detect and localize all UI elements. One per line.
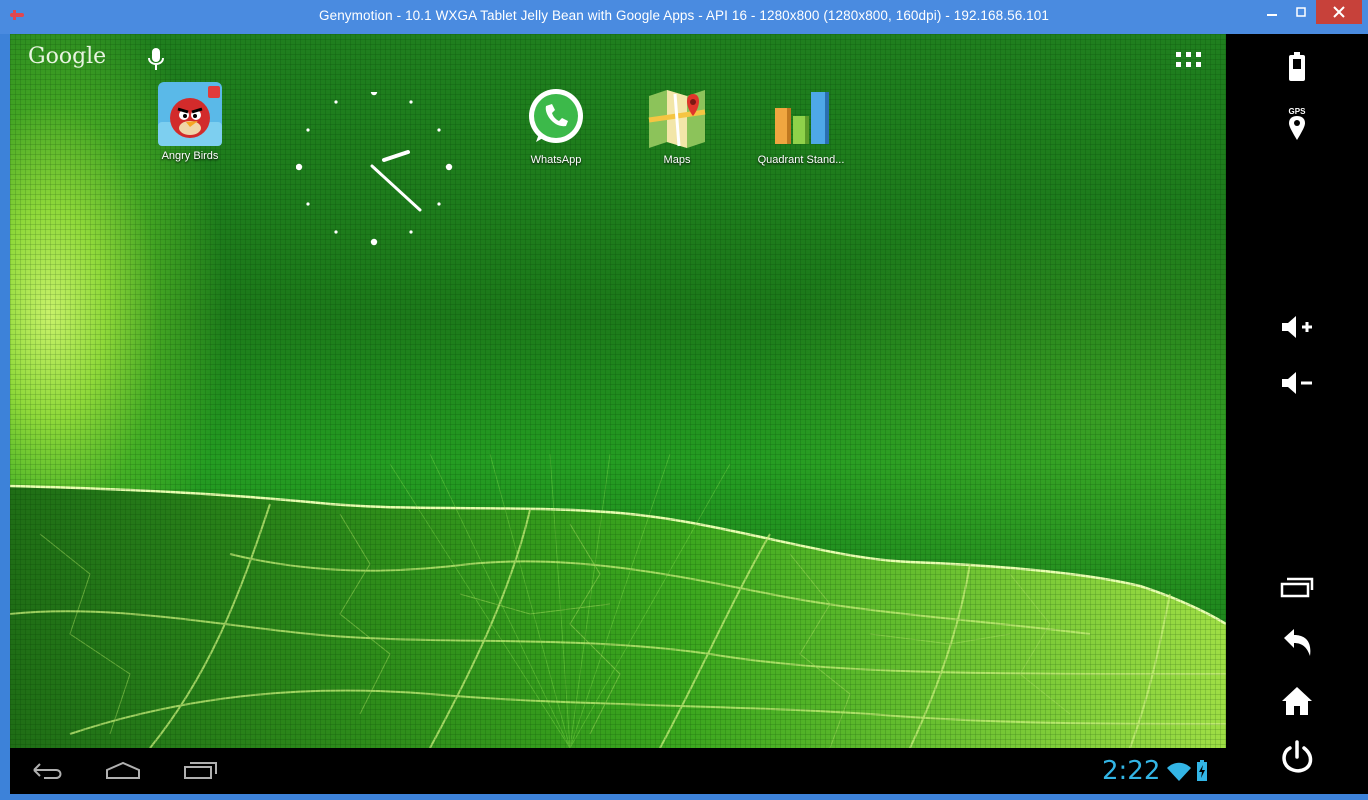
gps-label: GPS	[1289, 107, 1307, 116]
nav-back-icon[interactable]	[30, 760, 64, 780]
volume-down-icon	[1282, 372, 1312, 394]
power-button[interactable]	[1226, 740, 1368, 774]
recent-apps-icon	[1280, 577, 1314, 598]
gps-button[interactable]: GPS	[1226, 106, 1368, 142]
wifi-icon	[1167, 762, 1191, 781]
angry-birds-icon	[158, 82, 222, 146]
home-button[interactable]	[1226, 686, 1368, 716]
app-shortcut-whatsapp[interactable]: WhatsApp	[501, 86, 611, 166]
status-clock: 2:22	[1102, 756, 1161, 786]
back-icon	[1284, 629, 1311, 656]
volume-up-icon	[1282, 316, 1312, 338]
google-search-label[interactable]: Google	[28, 44, 106, 69]
volume-up-button[interactable]	[1226, 314, 1368, 340]
gps-icon: GPS	[1289, 107, 1307, 140]
window-frame-left	[0, 34, 10, 800]
app-shortcut-angry-birds[interactable]: Angry Birds	[135, 82, 245, 162]
nav-home-icon[interactable]	[104, 760, 142, 780]
nav-recent-apps-icon[interactable]	[182, 760, 218, 780]
quadrant-icon	[775, 92, 829, 144]
back-button[interactable]	[1226, 628, 1368, 658]
recent-apps-button[interactable]	[1226, 576, 1368, 598]
all-apps-icon[interactable]	[1176, 52, 1204, 70]
android-navigation-bar: 2:22	[10, 748, 1226, 794]
home-icon	[1282, 687, 1312, 715]
app-label-whatsapp: WhatsApp	[530, 154, 582, 166]
analog-clock-widget[interactable]	[296, 92, 456, 252]
app-label-maps: Maps	[663, 154, 691, 166]
minimize-icon	[1267, 14, 1277, 16]
clock-minute-hand	[370, 164, 422, 212]
clock-hour-hand	[382, 150, 410, 162]
maximize-button[interactable]	[1288, 0, 1314, 24]
android-home-screen[interactable]: Google Angry Birds WhatsApp Maps Quadran…	[10, 34, 1226, 748]
close-icon	[1333, 6, 1345, 18]
window-title: Genymotion - 10.1 WXGA Tablet Jelly Bean…	[318, 8, 1049, 23]
app-label-angry-birds: Angry Birds	[161, 150, 219, 162]
battery-icon	[1289, 52, 1305, 81]
battery-button[interactable]	[1226, 52, 1368, 82]
battery-status-icon	[1197, 760, 1207, 781]
maps-icon	[648, 90, 706, 148]
microphone-icon[interactable]	[145, 46, 167, 74]
close-button[interactable]	[1316, 0, 1362, 24]
maximize-icon	[1296, 7, 1306, 17]
app-label-quadrant: Quadrant Stand...	[757, 154, 845, 166]
genymotion-sidebar: GPS	[1226, 34, 1368, 794]
minimize-button[interactable]	[1258, 0, 1286, 24]
window-frame-bottom	[0, 794, 1368, 800]
title-bar: Genymotion - 10.1 WXGA Tablet Jelly Bean…	[0, 0, 1368, 34]
app-shortcut-quadrant[interactable]: Quadrant Stand...	[746, 86, 856, 166]
whatsapp-icon	[529, 89, 583, 143]
app-shortcut-maps[interactable]: Maps	[622, 86, 732, 166]
volume-down-button[interactable]	[1226, 370, 1368, 396]
power-icon	[1282, 740, 1313, 773]
